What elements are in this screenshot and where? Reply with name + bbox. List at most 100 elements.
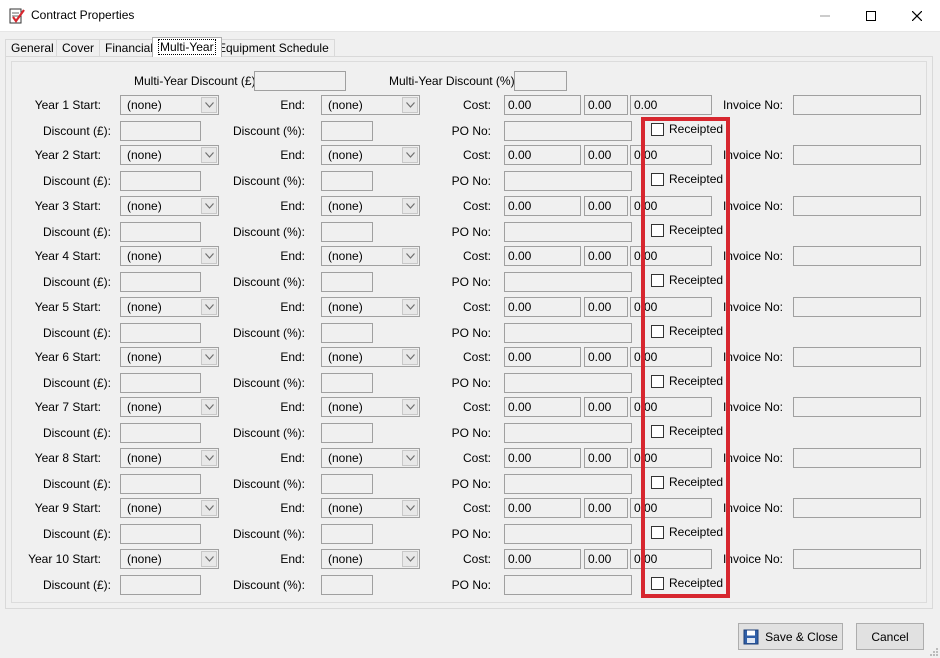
checkbox-box[interactable] [651, 476, 664, 489]
checkbox-box[interactable] [651, 425, 664, 438]
discount-pct-input[interactable] [321, 423, 373, 443]
dropdown-button[interactable] [201, 97, 217, 113]
year-end-dropdown[interactable]: (none) [321, 397, 420, 417]
cancel-button[interactable]: Cancel [856, 623, 924, 650]
receipted-checkbox[interactable]: Receipted [651, 273, 726, 289]
cost-input-2[interactable]: 0.00 [584, 145, 628, 165]
year-start-dropdown[interactable]: (none) [120, 498, 219, 518]
dropdown-button[interactable] [402, 500, 418, 516]
po-input[interactable] [504, 222, 632, 242]
discount-pct-input[interactable] [321, 524, 373, 544]
receipted-checkbox[interactable]: Receipted [651, 475, 726, 491]
discount-pct-input[interactable] [321, 121, 373, 141]
checkbox-box[interactable] [651, 224, 664, 237]
discount-gbp-input[interactable] [120, 323, 201, 343]
cost-input-1[interactable]: 0.00 [504, 246, 581, 266]
invoice-input[interactable] [793, 498, 921, 518]
year-start-dropdown[interactable]: (none) [120, 95, 219, 115]
discount-pct-input[interactable] [321, 171, 373, 191]
dropdown-button[interactable] [201, 500, 217, 516]
save-close-button[interactable]: Save & Close [738, 623, 843, 650]
po-input[interactable] [504, 575, 632, 595]
receipted-checkbox[interactable]: Receipted [651, 424, 726, 440]
dropdown-button[interactable] [201, 349, 217, 365]
year-end-dropdown[interactable]: (none) [321, 145, 420, 165]
po-input[interactable] [504, 272, 632, 292]
receipted-checkbox[interactable]: Receipted [651, 223, 726, 239]
cost-input-1[interactable]: 0.00 [504, 196, 581, 216]
year-start-dropdown[interactable]: (none) [120, 246, 219, 266]
year-start-dropdown[interactable]: (none) [120, 448, 219, 468]
po-input[interactable] [504, 474, 632, 494]
dropdown-button[interactable] [201, 450, 217, 466]
discount-pct-input[interactable] [321, 575, 373, 595]
dropdown-button[interactable] [201, 399, 217, 415]
po-input[interactable] [504, 121, 632, 141]
year-end-dropdown[interactable]: (none) [321, 95, 420, 115]
po-input[interactable] [504, 323, 632, 343]
cost-input-2[interactable]: 0.00 [584, 549, 628, 569]
invoice-input[interactable] [793, 448, 921, 468]
checkbox-box[interactable] [651, 123, 664, 136]
cost-input-1[interactable]: 0.00 [504, 347, 581, 367]
receipted-checkbox[interactable]: Receipted [651, 172, 726, 188]
tab-cover[interactable]: Cover [56, 39, 101, 56]
invoice-input[interactable] [793, 549, 921, 569]
year-end-dropdown[interactable]: (none) [321, 549, 420, 569]
cost-input-1[interactable]: 0.00 [504, 549, 581, 569]
dropdown-button[interactable] [201, 551, 217, 567]
discount-gbp-input[interactable] [120, 121, 201, 141]
cost-input-1[interactable]: 0.00 [504, 95, 581, 115]
checkbox-box[interactable] [651, 375, 664, 388]
tab-multi-year[interactable]: Multi-Year [152, 37, 222, 57]
dropdown-button[interactable] [402, 399, 418, 415]
year-start-dropdown[interactable]: (none) [120, 297, 219, 317]
discount-gbp-input[interactable] [120, 272, 201, 292]
cost-input-1[interactable]: 0.00 [504, 297, 581, 317]
discount-pct-input[interactable] [321, 272, 373, 292]
checkbox-box[interactable] [651, 577, 664, 590]
po-input[interactable] [504, 171, 632, 191]
discount-gbp-input[interactable] [120, 222, 201, 242]
discount-gbp-input[interactable] [120, 373, 201, 393]
cost-input-2[interactable]: 0.00 [584, 196, 628, 216]
invoice-input[interactable] [793, 145, 921, 165]
cost-input-1[interactable]: 0.00 [504, 145, 581, 165]
cost-input-2[interactable]: 0.00 [584, 347, 628, 367]
cost-input-1[interactable]: 0.00 [504, 498, 581, 518]
invoice-input[interactable] [793, 347, 921, 367]
cost-input-2[interactable]: 0.00 [584, 498, 628, 518]
cost-input-1[interactable]: 0.00 [504, 397, 581, 417]
year-end-dropdown[interactable]: (none) [321, 297, 420, 317]
receipted-checkbox[interactable]: Receipted [651, 324, 726, 340]
dropdown-button[interactable] [402, 198, 418, 214]
year-end-dropdown[interactable]: (none) [321, 347, 420, 367]
dropdown-button[interactable] [402, 248, 418, 264]
discount-gbp-input[interactable] [120, 575, 201, 595]
close-button[interactable] [894, 0, 940, 31]
po-input[interactable] [504, 373, 632, 393]
receipted-checkbox[interactable]: Receipted [651, 374, 726, 390]
year-end-dropdown[interactable]: (none) [321, 196, 420, 216]
multi-year-discount-pct-input[interactable] [514, 71, 567, 91]
resize-grip-icon[interactable] [928, 646, 938, 656]
po-input[interactable] [504, 423, 632, 443]
year-end-dropdown[interactable]: (none) [321, 246, 420, 266]
receipted-checkbox[interactable]: Receipted [651, 525, 726, 541]
year-end-dropdown[interactable]: (none) [321, 498, 420, 518]
dropdown-button[interactable] [402, 299, 418, 315]
receipted-checkbox[interactable]: Receipted [651, 576, 726, 592]
maximize-button[interactable] [848, 0, 894, 31]
invoice-input[interactable] [793, 297, 921, 317]
tab-financial[interactable]: Financial [99, 39, 160, 56]
tab-equipment-schedule[interactable]: Equipment Schedule [212, 39, 335, 56]
discount-pct-input[interactable] [321, 323, 373, 343]
dropdown-button[interactable] [201, 198, 217, 214]
cost-input-2[interactable]: 0.00 [584, 246, 628, 266]
cost-input-2[interactable]: 0.00 [584, 448, 628, 468]
multi-year-discount-gbp-input[interactable] [254, 71, 346, 91]
dropdown-button[interactable] [201, 248, 217, 264]
year-start-dropdown[interactable]: (none) [120, 196, 219, 216]
discount-pct-input[interactable] [321, 373, 373, 393]
discount-pct-input[interactable] [321, 474, 373, 494]
